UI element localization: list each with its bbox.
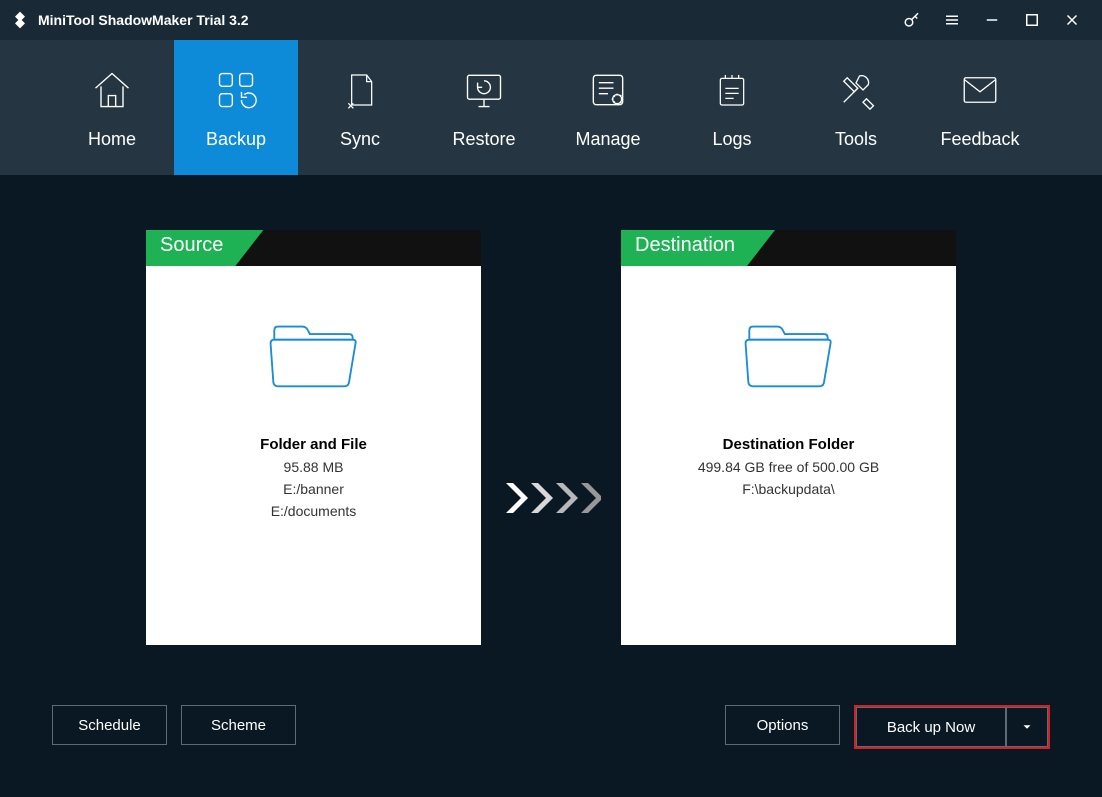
destination-header: Destination [621,230,956,266]
destination-path: F:\backupdata\ [742,481,835,497]
nav-restore[interactable]: Restore [422,40,546,175]
nav-label: Restore [452,129,515,150]
chevron-down-icon [1020,720,1034,734]
titlebar: MiniTool ShadowMaker Trial 3.2 [0,0,1102,40]
nav-tools[interactable]: Tools [794,40,918,175]
source-header: Source [146,230,481,266]
logs-icon [708,66,756,114]
nav-label: Feedback [940,129,1019,150]
nav-label: Logs [712,129,751,150]
content-area: Source Folder and File 95.88 MB E:/banne… [0,175,1102,705]
home-icon [88,66,136,114]
tools-icon [832,66,880,114]
backup-icon [212,66,260,114]
schedule-button[interactable]: Schedule [52,705,167,745]
backup-button-group: Back up Now [854,705,1050,749]
maximize-icon[interactable] [1012,0,1052,40]
source-path-1: E:/banner [283,481,344,497]
nav-label: Manage [575,129,640,150]
backup-now-button[interactable]: Back up Now [856,707,1006,747]
nav-logs[interactable]: Logs [670,40,794,175]
nav-home[interactable]: Home [50,40,174,175]
nav-label: Tools [835,129,877,150]
destination-tab-label: Destination [621,230,775,266]
folder-icon [741,321,836,396]
minimize-icon[interactable] [972,0,1012,40]
destination-free: 499.84 GB free of 500.00 GB [698,459,879,475]
source-title: Folder and File [260,436,367,453]
backup-dropdown-button[interactable] [1006,707,1048,747]
menu-icon[interactable] [932,0,972,40]
source-path-2: E:/documents [271,503,357,519]
app-title: MiniTool ShadowMaker Trial 3.2 [38,12,249,28]
app-logo-icon [10,10,30,30]
options-button[interactable]: Options [725,705,840,745]
key-icon[interactable] [892,0,932,40]
sync-icon [336,66,384,114]
nav-manage[interactable]: Manage [546,40,670,175]
footer: Schedule Scheme Options Back up Now [0,705,1102,797]
source-tab-label: Source [146,230,263,266]
feedback-icon [956,66,1004,114]
source-card[interactable]: Source Folder and File 95.88 MB E:/banne… [146,230,481,645]
nav-label: Sync [340,129,380,150]
nav-feedback[interactable]: Feedback [918,40,1042,175]
destination-title: Destination Folder [723,436,855,453]
scheme-button[interactable]: Scheme [181,705,296,745]
close-icon[interactable] [1052,0,1092,40]
destination-card[interactable]: Destination Destination Folder 499.84 GB… [621,230,956,645]
transfer-arrows-icon [501,478,601,518]
nav-label: Backup [206,129,266,150]
main-nav: Home Backup Sync Restore Manage Logs T [0,40,1102,175]
folder-icon [266,321,361,396]
restore-icon [460,66,508,114]
nav-label: Home [88,129,136,150]
source-size: 95.88 MB [284,459,344,475]
nav-sync[interactable]: Sync [298,40,422,175]
manage-icon [584,66,632,114]
nav-backup[interactable]: Backup [174,40,298,175]
